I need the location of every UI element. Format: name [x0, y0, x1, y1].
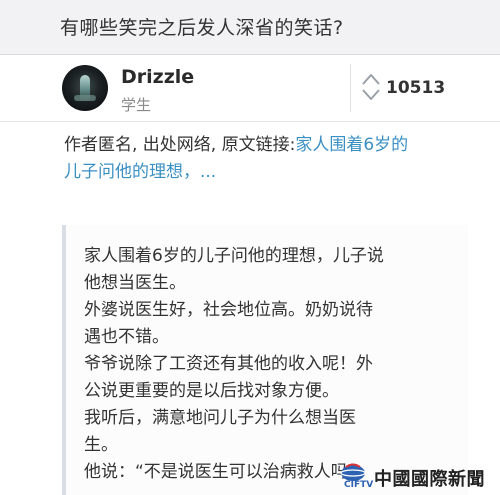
vote-divider: [350, 64, 351, 112]
author-tag: 学生: [121, 96, 152, 114]
source-link-cont[interactable]: 儿子问他的理想，...: [64, 162, 216, 182]
quote-text: 家人围着6岁的儿子问他的理想，儿子说 他想当医生。 外婆说医生好，社会地位高。奶…: [84, 243, 429, 486]
watermark-text: 中國國際新聞臺: [374, 469, 485, 490]
answer-intro: 作者匿名, 出处网络, 原文链接:家人围着6岁的 儿子问他的理想，...: [64, 132, 464, 186]
source-link[interactable]: 家人围着6岁的: [295, 135, 408, 155]
question-header[interactable]: 有哪些笑完之后发人深省的笑话?: [0, 0, 500, 55]
vote-arrows-icon[interactable]: [360, 72, 382, 102]
quote-line: 爷爷说除了工资还有其他的收入呢！外: [84, 354, 373, 374]
question-title[interactable]: 有哪些笑完之后发人深省的笑话?: [60, 13, 500, 40]
quote-line: 公说更重要的是以后找对象方便。: [84, 381, 339, 401]
quote-line: 遇也不错。: [84, 327, 169, 347]
quote-line: 他想当医生。: [84, 273, 186, 293]
quote-line: 家人围着6岁的儿子问他的理想，儿子说: [84, 246, 384, 266]
quote-line: 生。: [84, 435, 118, 455]
author-row: Drizzle 学生 10513: [0, 56, 500, 122]
intro-prefix: 作者匿名, 出处网络, 原文链接:: [64, 135, 296, 155]
quote-line: 我听后，满意地问儿子为什么想当医: [84, 408, 356, 428]
avatar[interactable]: [62, 65, 108, 111]
quote-line: 外婆说医生好，社会地位高。奶奶说待: [84, 300, 373, 320]
watermark-logo-text: CIFTV: [344, 480, 374, 490]
vote-count[interactable]: 10513: [386, 78, 445, 98]
author-name[interactable]: Drizzle: [121, 66, 194, 88]
watermark: CIFTV 中國國際新聞臺: [338, 460, 500, 495]
